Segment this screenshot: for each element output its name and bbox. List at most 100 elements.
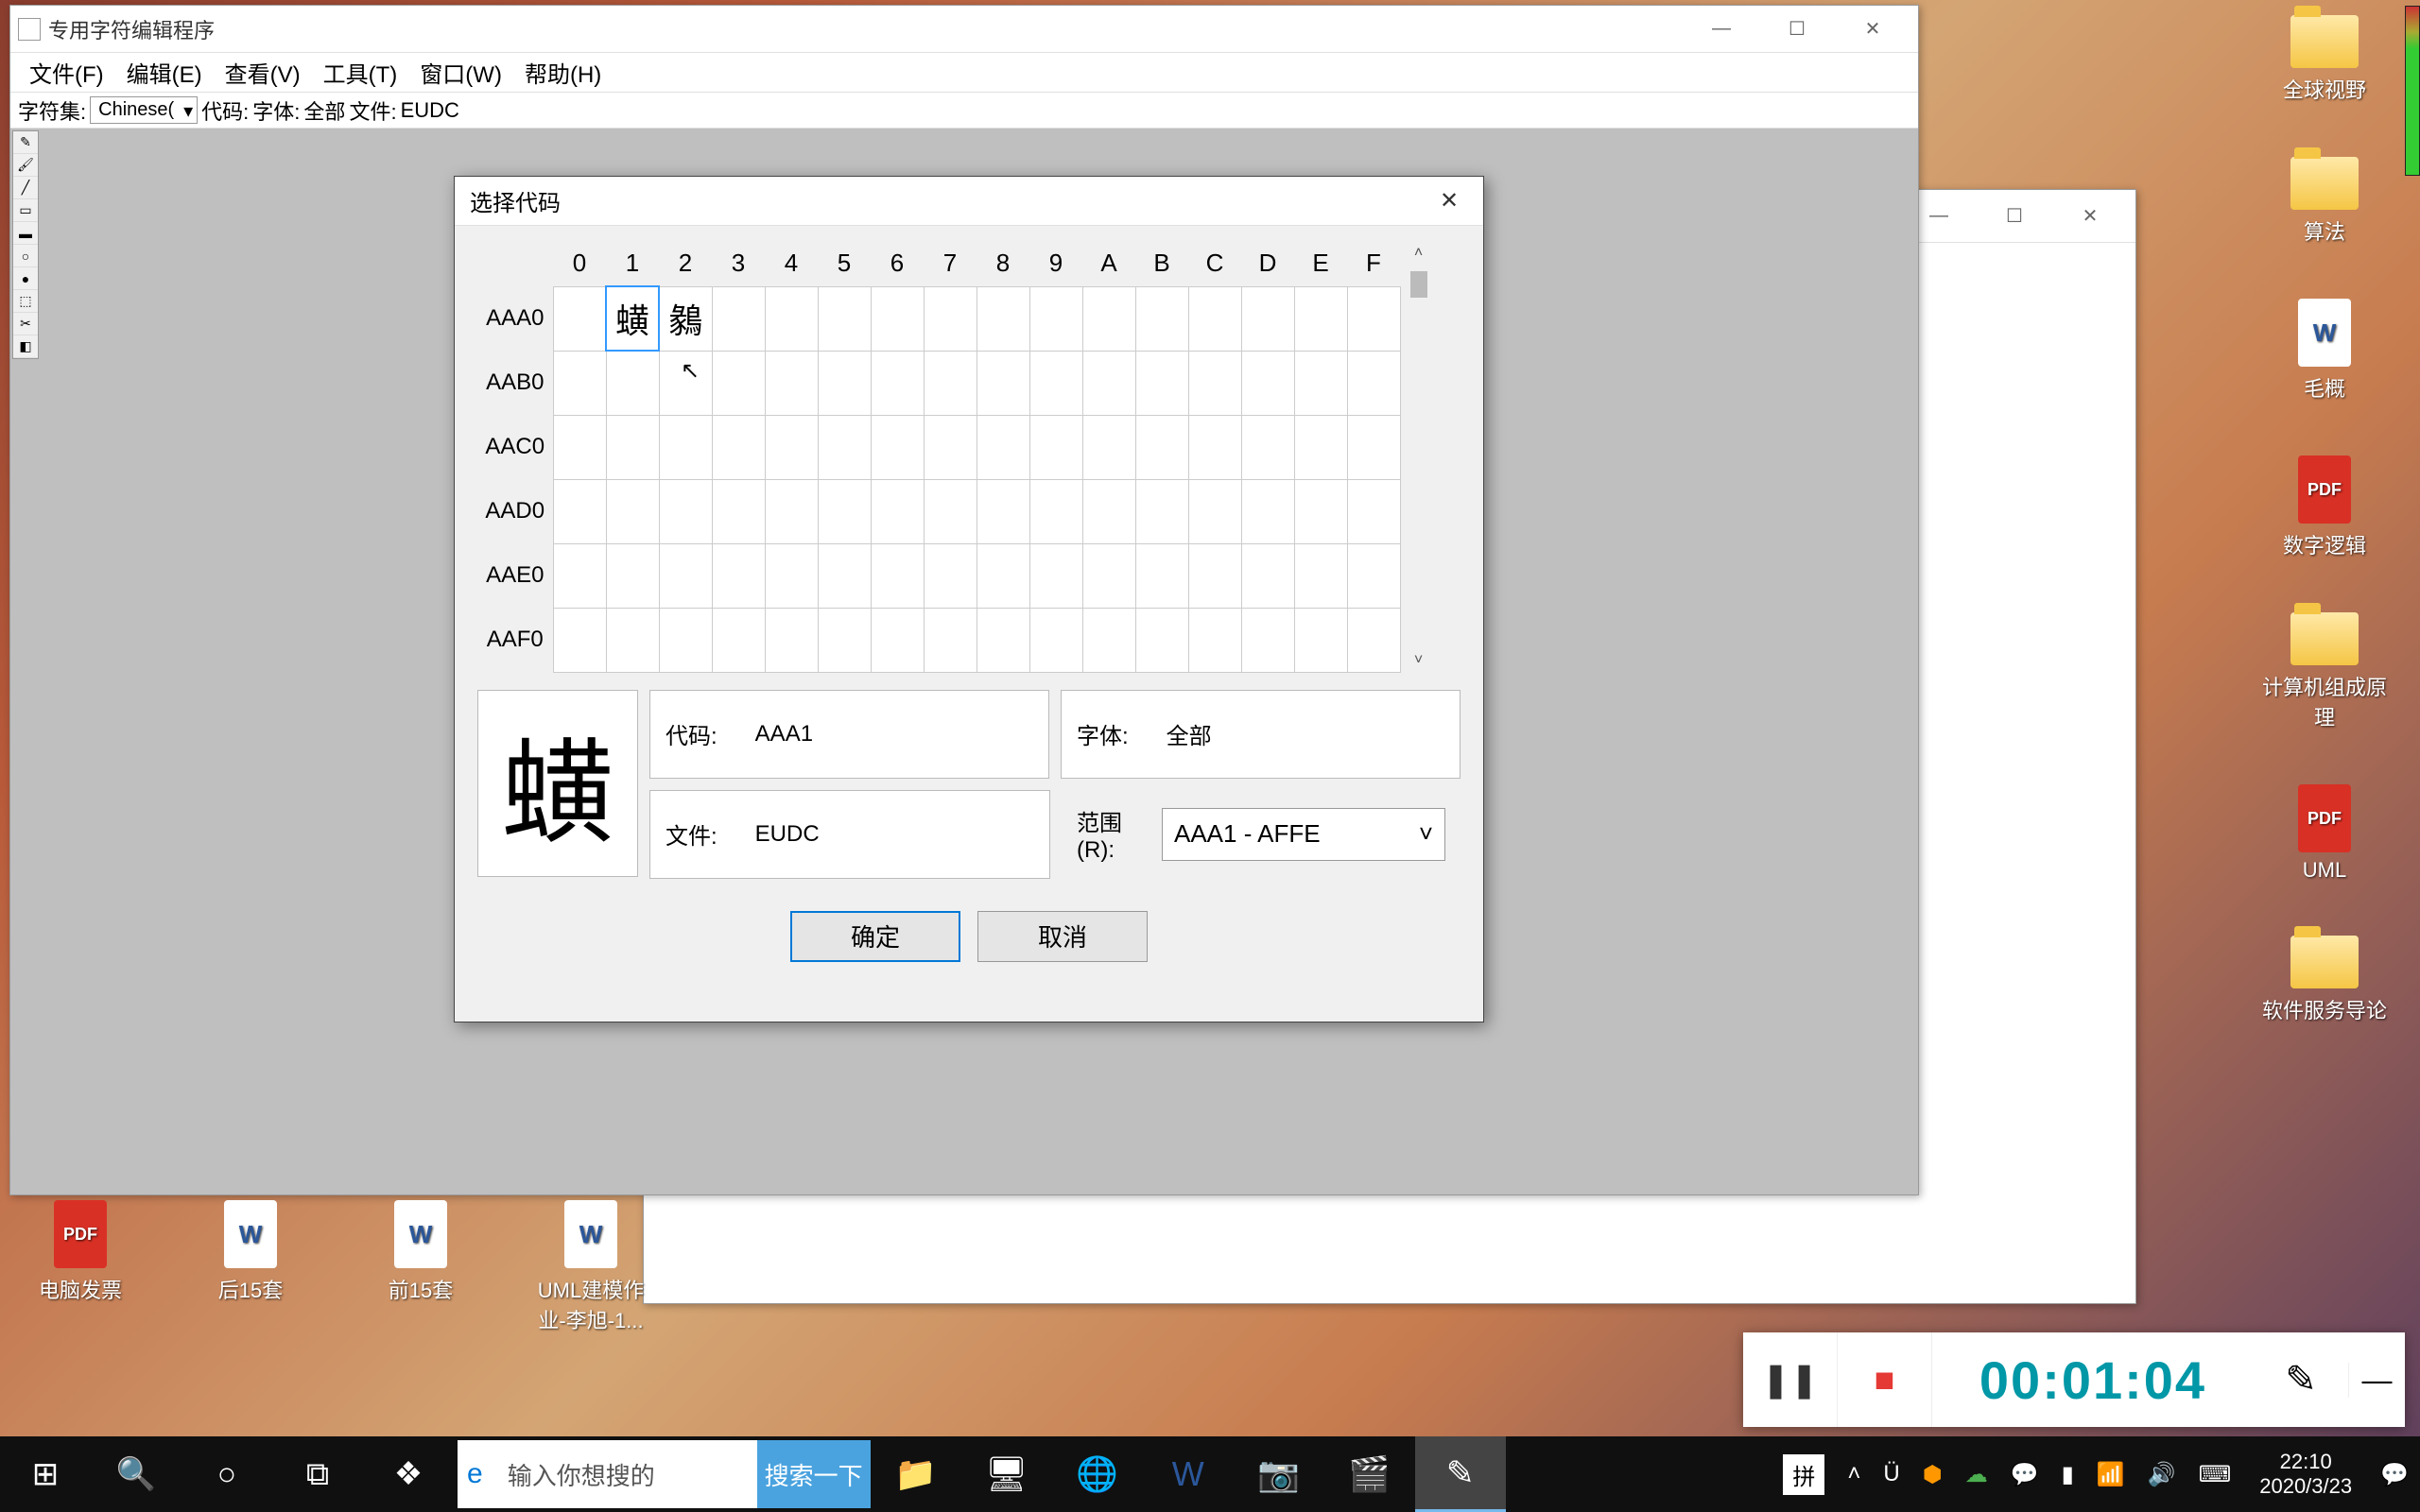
grid-cell[interactable] [1135,351,1188,415]
desktop-icon[interactable]: W毛概 [2298,299,2351,403]
grid-cell[interactable] [1082,351,1135,415]
grid-cell[interactable] [1294,415,1347,479]
maximize-button[interactable]: ☐ [1759,6,1835,53]
scroll-up-icon[interactable]: ˄ [1410,241,1426,266]
grid-cell[interactable] [1029,608,1082,672]
grid-cell[interactable] [606,608,659,672]
grid-cell[interactable] [553,479,606,543]
grid-cell[interactable] [765,543,818,608]
cancel-button[interactable]: 取消 [977,911,1148,962]
grid-cell[interactable] [765,286,818,351]
grid-cell[interactable] [1294,351,1347,415]
tray-battery-icon[interactable]: ▮ [2050,1461,2085,1488]
taskbar-app-word[interactable]: W [1143,1436,1234,1512]
grid-cell[interactable] [1029,479,1082,543]
grid-cell[interactable] [553,286,606,351]
grid-cell[interactable] [924,543,977,608]
grid-cell[interactable] [1135,286,1188,351]
grid-cell[interactable] [1188,543,1241,608]
grid-cell[interactable] [553,351,606,415]
grid-cell[interactable] [765,415,818,479]
grid-cell[interactable] [1188,608,1241,672]
grid-cell[interactable] [1347,351,1400,415]
grid-cell[interactable] [977,479,1029,543]
taskbar-app[interactable]: ❖ [363,1436,454,1512]
dialog-close-button[interactable]: ✕ [1430,182,1468,220]
grid-cell[interactable] [1241,479,1294,543]
grid-cell[interactable] [924,415,977,479]
taskbar-search[interactable]: e 输入你想搜的 搜索一下 [458,1440,871,1508]
grid-cell[interactable] [1029,415,1082,479]
grid-cell[interactable]: 鶨 [659,286,712,351]
cortana-icon[interactable]: ○ [182,1436,272,1512]
grid-cell[interactable] [818,286,871,351]
grid-cell[interactable] [924,351,977,415]
grid-cell[interactable] [1188,415,1241,479]
close-button[interactable]: ✕ [1835,6,1910,53]
grid-cell[interactable] [1082,479,1135,543]
grid-cell-selected[interactable]: 蟥 [606,286,659,351]
annotate-button[interactable]: ✎ [2254,1358,2348,1401]
menu-help[interactable]: 帮助(H) [513,50,613,94]
grid-cell[interactable] [924,608,977,672]
recorder-minimize-button[interactable]: — [2348,1363,2405,1398]
grid-cell[interactable] [1241,351,1294,415]
grid-cell[interactable] [818,479,871,543]
grid-cell[interactable] [1082,608,1135,672]
tray-chat-icon[interactable]: 💬 [1999,1461,2050,1488]
grid-cell[interactable] [977,351,1029,415]
tray-chevron-icon[interactable]: ˄ [1836,1461,1872,1487]
grid-cell[interactable] [1135,608,1188,672]
grid-cell[interactable] [1082,543,1135,608]
grid-cell[interactable] [818,543,871,608]
grid-cell[interactable] [871,415,924,479]
grid-cell[interactable] [1347,415,1400,479]
grid-cell[interactable] [977,608,1029,672]
grid-cell[interactable] [712,415,765,479]
brush-tool-icon[interactable]: 🖌 [13,154,38,177]
grid-cell[interactable] [871,543,924,608]
charset-select[interactable]: Chinese( [90,96,198,124]
grid-cell[interactable] [1347,543,1400,608]
freeselect-tool-icon[interactable]: ✂ [13,313,38,335]
grid-cell[interactable] [659,351,712,415]
grid-cell[interactable] [553,415,606,479]
grid-cell[interactable] [1135,479,1188,543]
minimize-button[interactable]: — [1684,6,1759,53]
grid-cell[interactable] [606,351,659,415]
grid-cell[interactable] [1188,351,1241,415]
desktop-icon[interactable]: 软件服务导论 [2262,936,2387,1024]
grid-cell[interactable] [1188,286,1241,351]
grid-cell[interactable] [924,286,977,351]
taskbar-app-eudc-active[interactable]: ✎ [1415,1436,1506,1512]
desktop-icon[interactable]: 算法 [2290,157,2359,246]
search-icon[interactable]: 🔍 [91,1436,182,1512]
grid-cell[interactable] [1241,286,1294,351]
taskbar-app-monitor[interactable]: 🖥 [961,1436,1052,1512]
dialog-titlebar[interactable]: 选择代码 ✕ [455,177,1483,226]
grid-cell[interactable] [871,351,924,415]
grid-cell[interactable] [659,479,712,543]
ok-button[interactable]: 确定 [790,911,960,962]
grid-cell[interactable] [1347,286,1400,351]
grid-cell[interactable] [1029,351,1082,415]
grid-cell[interactable] [606,543,659,608]
grid-cell[interactable] [1029,286,1082,351]
screen-recorder-widget[interactable]: ❚❚ ■ 00:01:04 ✎ — [1743,1332,2405,1427]
grid-cell[interactable] [712,351,765,415]
tray-volume-icon[interactable]: 🔊 [2136,1461,2187,1488]
grid-cell[interactable] [712,479,765,543]
grid-cell[interactable] [871,479,924,543]
search-go-button[interactable]: 搜索一下 [757,1440,871,1508]
tray-cloud-icon[interactable]: ☁ [1954,1461,1999,1488]
desktop-icon[interactable]: 全球视野 [2283,15,2366,104]
grid-cell[interactable] [977,543,1029,608]
grid-cell[interactable] [1241,543,1294,608]
desktop-icon[interactable]: PDF电脑发票 [19,1200,142,1334]
scroll-thumb[interactable] [1410,271,1427,298]
grid-cell[interactable] [712,286,765,351]
taskbar-app-camera[interactable]: 📷 [1234,1436,1324,1512]
search-input[interactable]: 输入你想搜的 [493,1457,757,1492]
tray-language-icon[interactable]: ⌨ [2187,1461,2243,1488]
desktop-icon[interactable]: W前15套 [359,1200,482,1334]
